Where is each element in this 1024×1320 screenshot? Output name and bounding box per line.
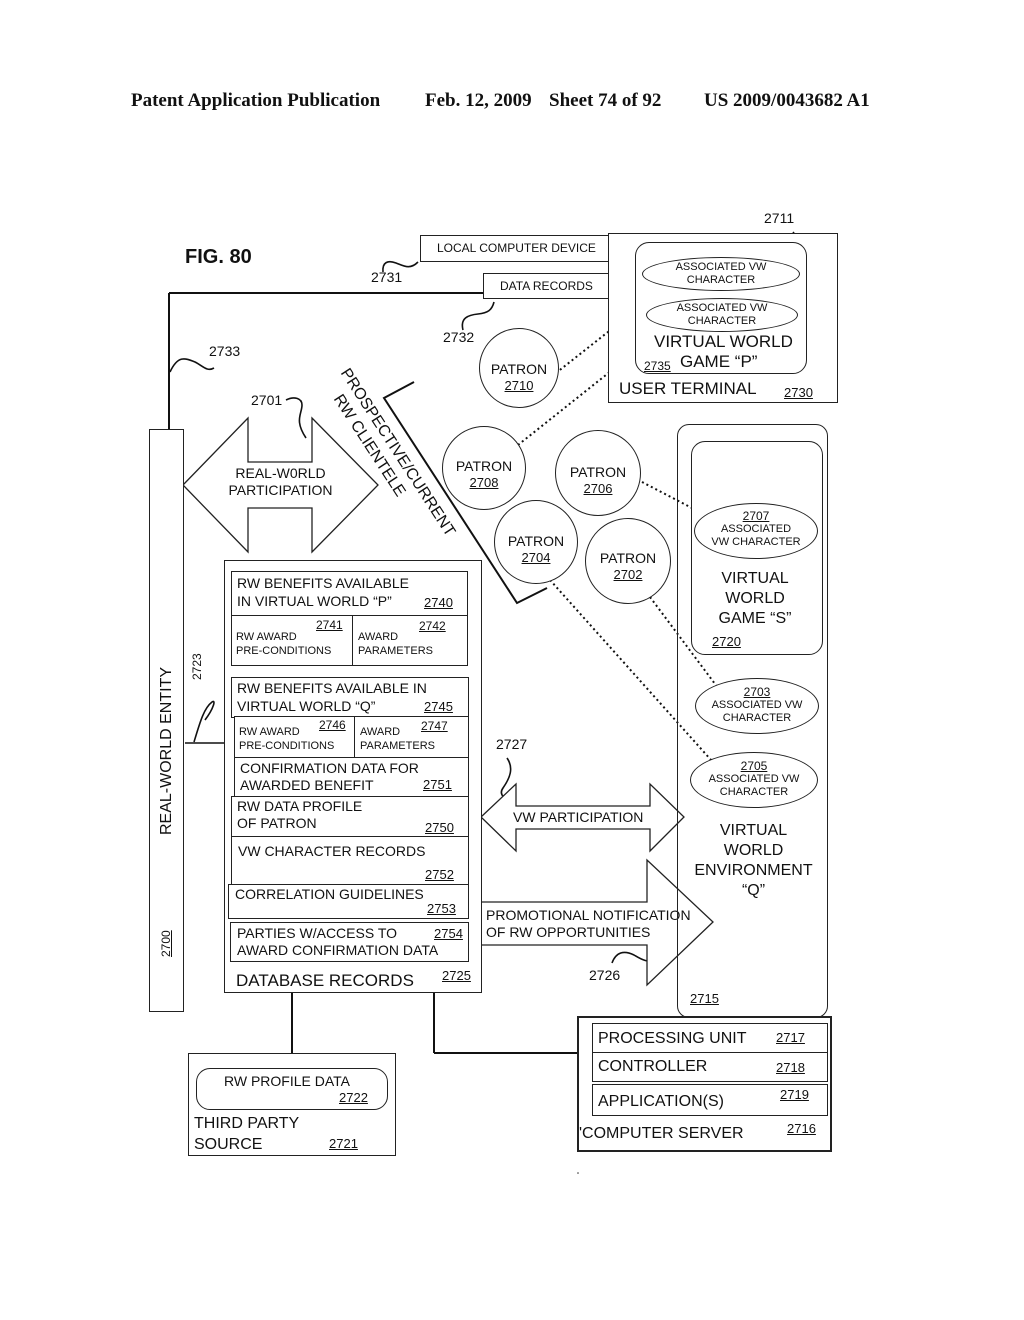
leader-2726 — [611, 951, 659, 964]
leader-2733 — [169, 358, 215, 373]
database-records: RW BENEFITS AVAILABLE IN VIRTUAL WORLD “… — [224, 560, 482, 993]
local-computer-device-label: LOCAL COMPUTER DEVICE — [437, 241, 596, 255]
virtual-world-game-p: ASSOCIATED VW CHARACTER ASSOCIATED VW CH… — [635, 242, 807, 374]
associated-vw-character-2705: 2705 ASSOCIATED VW CHARACTER — [690, 752, 818, 808]
preconditions-q: 2746 RW AWARD PRE-CONDITIONS — [234, 716, 355, 758]
sheet-number: Sheet 74 of 92 — [549, 90, 662, 111]
game-p-title-line1: VIRTUAL WORLD — [654, 332, 793, 351]
parties-with-access: PARTIES W/ACCESS TO AWARD CONFIRMATION D… — [230, 922, 469, 962]
vw-environment-ref: 2715 — [690, 991, 719, 1006]
ref-2711: 2711 — [764, 210, 795, 226]
user-terminal-ref: 2730 — [784, 385, 813, 400]
real-world-entity: REAL-WORLD ENTITY 2700 — [149, 429, 184, 1012]
vw-participation-label: VW PARTICIPATION — [513, 809, 644, 825]
rw-profile-data: RW PROFILE DATA 2722 — [196, 1068, 388, 1110]
real-world-entity-ref: 2700 — [159, 930, 173, 957]
third-party-label-line2: SOURCE — [194, 1136, 263, 1153]
ref-2726: 2726 — [589, 967, 621, 983]
game-s-ref: 2720 — [712, 634, 741, 649]
preconditions-p: 2741 RW AWARD PRE-CONDITIONS — [231, 615, 353, 666]
database-records-ref: 2725 — [442, 968, 471, 983]
game-p-title-line2: GAME “P” — [680, 352, 758, 371]
patron-2708: PATRON 2708 — [442, 426, 526, 510]
third-party-ref: 2721 — [329, 1136, 358, 1151]
patron-2706: PATRON 2706 — [555, 430, 641, 516]
associated-vw-character-2707: 2707 ASSOCIATED VW CHARACTER — [694, 503, 818, 559]
benefits-world-p: RW BENEFITS AVAILABLE IN VIRTUAL WORLD “… — [231, 571, 468, 616]
third-party-label-line1: THIRD PARTY — [194, 1115, 300, 1132]
patron-2710: PATRON 2710 — [479, 328, 559, 408]
benefits-world-q: RW BENEFITS AVAILABLE IN VIRTUAL WORLD “… — [231, 677, 469, 718]
associated-vw-character-2703: 2703 ASSOCIATED VW CHARACTER — [695, 678, 819, 734]
parameters-p: 2742 AWARD PARAMETERS — [352, 615, 468, 666]
user-terminal-label: USER TERMINAL — [619, 379, 757, 398]
leader-2701 — [285, 397, 307, 439]
confirmation-data: CONFIRMATION DATA FOR AWARDED BENEFIT 27… — [234, 757, 469, 797]
real-world-entity-label: REAL-WORLD ENTITY — [158, 666, 175, 835]
rw-participation-label: REAL-W0RLD PARTICIPATION — [228, 465, 333, 498]
applications: APPLICATION(S) 2719 — [592, 1084, 828, 1116]
ref-2723: 2723 — [190, 653, 204, 680]
virtual-world-game-s: 2707 ASSOCIATED VW CHARACTER VIRTUAL WOR… — [691, 441, 823, 655]
ref-2731: 2731 — [371, 269, 403, 285]
vw-environment-title: VIRTUAL WORLD ENVIRONMENT “Q” — [694, 822, 813, 899]
parameters-q: 2747 AWARD PARAMETERS — [354, 716, 469, 758]
leader-2732 — [461, 301, 495, 331]
ref-2701: 2701 — [251, 392, 283, 408]
data-records: DATA RECORDS — [483, 273, 610, 299]
game-s-title: VIRTUAL WORLD GAME “S” — [718, 570, 792, 627]
publication-title: Patent Application Publication — [131, 90, 381, 111]
clientele-label: PROSPECTIVE/CURRENT RW CLIENTELE — [329, 365, 459, 540]
patron-2702: PATRON 2702 — [585, 518, 671, 604]
correlation-guidelines: CORRELATION GUIDELINES 2753 — [228, 884, 469, 919]
ref-2727: 2727 — [496, 736, 528, 752]
computer-server: PROCESSING UNIT 2717 CONTROLLER 2718 APP… — [577, 1016, 832, 1152]
leader-2727 — [500, 757, 513, 801]
computer-server-ref: 2716 — [787, 1121, 816, 1136]
processing-unit: PROCESSING UNIT 2717 — [592, 1023, 828, 1053]
figure-label: FIG. 80 — [185, 246, 252, 268]
patent-number: US 2009/0043682 A1 — [704, 90, 870, 111]
associated-vw-character-2711: ASSOCIATED VW CHARACTER — [642, 257, 800, 291]
game-p-ref: 2735 — [644, 359, 671, 373]
computer-server-label: 'COMPUTER SERVER — [579, 1125, 744, 1142]
associated-vw-character-2709: ASSOCIATED VW CHARACTER — [646, 298, 798, 332]
vw-character-records: VW CHARACTER RECORDS 2752 — [231, 836, 469, 885]
third-party-source: RW PROFILE DATA 2722 THIRD PARTY SOURCE … — [188, 1053, 396, 1156]
rw-data-profile: RW DATA PROFILE OF PATRON 2750 — [231, 796, 469, 837]
patron-2704: PATRON 2704 — [494, 500, 578, 584]
promotional-label: PROMOTIONAL NOTIFICATION OF RW OPPORTUNI… — [486, 907, 691, 940]
ref-2732: 2732 — [443, 329, 475, 345]
controller: CONTROLLER 2718 — [592, 1052, 828, 1082]
data-records-label: DATA RECORDS — [500, 279, 593, 293]
virtual-world-environment-q: 2707 ASSOCIATED VW CHARACTER VIRTUAL WOR… — [677, 424, 828, 1018]
publication-date: Feb. 12, 2009 — [425, 90, 532, 111]
database-records-label: DATABASE RECORDS — [236, 971, 414, 990]
leader-2723 — [193, 700, 215, 743]
local-computer-device: LOCAL COMPUTER DEVICE — [420, 235, 610, 262]
ref-2733: 2733 — [209, 343, 241, 359]
user-terminal: ASSOCIATED VW CHARACTER ASSOCIATED VW CH… — [608, 233, 838, 403]
